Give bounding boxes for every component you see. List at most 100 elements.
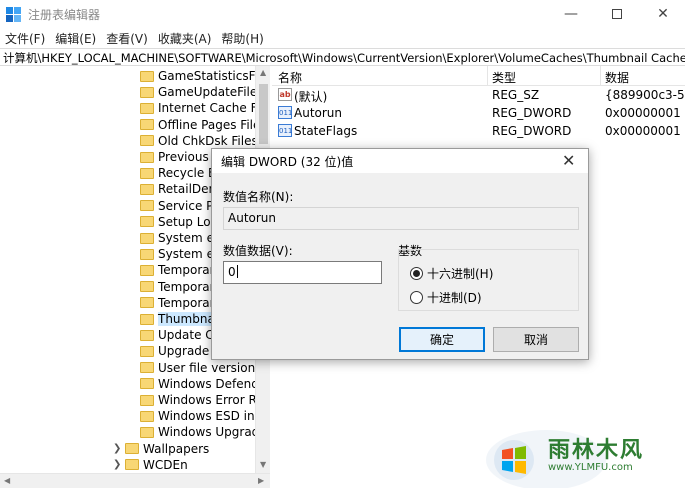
- cancel-button[interactable]: 取消: [493, 327, 579, 352]
- list-header: 名称 类型 数据: [272, 66, 685, 86]
- folder-icon: [140, 167, 154, 179]
- tree-item-label: Internet Cache Fil: [158, 101, 264, 116]
- expand-chevron-icon[interactable]: ❯: [113, 443, 121, 454]
- tree-item[interactable]: Temporary: [140, 295, 222, 311]
- tree-item[interactable]: Offline Pages File: [140, 117, 260, 133]
- column-header-name[interactable]: 名称: [278, 69, 302, 86]
- close-button[interactable]: ✕: [640, 0, 685, 28]
- column-header-type[interactable]: 类型: [492, 69, 516, 86]
- window-titlebar: 注册表编辑器 — ✕: [0, 0, 685, 28]
- folder-icon: [140, 329, 154, 341]
- radio-hexadecimal[interactable]: 十六进制(H): [410, 265, 493, 282]
- tree-item-label: GameStatisticsFile: [158, 69, 269, 83]
- expand-chevron-icon[interactable]: ❯: [113, 459, 121, 470]
- tree-horizontal-scrollbar[interactable]: ◀ ▶: [0, 473, 270, 488]
- menu-favorites[interactable]: 收藏夹(A): [153, 28, 217, 48]
- tree-item[interactable]: Windows Error Re: [140, 392, 264, 408]
- tree-item[interactable]: Windows Upgrad: [140, 424, 259, 440]
- tree-item-label: Wallpapers: [143, 441, 210, 456]
- site-watermark: 雨林木风 www.YLMFU.com: [486, 418, 685, 488]
- tree-item[interactable]: RetailDem: [140, 181, 220, 197]
- menu-help[interactable]: 帮助(H): [216, 28, 268, 48]
- menu-edit[interactable]: 编辑(E): [50, 28, 101, 48]
- tree-item[interactable]: Internet Cache Fil: [140, 100, 263, 116]
- maximize-icon: [612, 9, 622, 19]
- tree-item[interactable]: Recycle Bi: [140, 165, 220, 181]
- tree-item[interactable]: GameUpdateFiles: [140, 84, 264, 100]
- folder-icon: [140, 135, 154, 147]
- value-name-label: 数值名称(N):: [223, 190, 294, 204]
- folder-icon: [140, 200, 154, 212]
- watermark-brand: 雨林木风: [548, 438, 645, 463]
- tree-item[interactable]: Thumbnail: [140, 311, 222, 327]
- menu-bar: 文件(F) 编辑(E) 查看(V) 收藏夹(A) 帮助(H): [0, 28, 685, 48]
- folder-icon: [140, 102, 154, 114]
- tree-scroll-thumb[interactable]: [259, 84, 268, 144]
- tree-item-label: User file versions: [158, 360, 262, 375]
- column-header-data[interactable]: 数据: [605, 69, 629, 86]
- list-item[interactable]: ab (默认) REG_SZ {889900c3-59f: [272, 86, 685, 104]
- tree-item[interactable]: Temporary: [140, 279, 222, 295]
- menu-view[interactable]: 查看(V): [101, 28, 153, 48]
- folder-icon: [125, 459, 139, 471]
- value-data-input[interactable]: 0: [223, 261, 382, 284]
- tree-item[interactable]: Setup Log: [140, 214, 218, 230]
- folder-icon: [140, 248, 154, 260]
- folder-icon: [125, 443, 139, 455]
- address-bar[interactable]: 计算机\HKEY_LOCAL_MACHINE\SOFTWARE\Microsof…: [0, 48, 685, 66]
- dword-value-icon: 011: [278, 106, 292, 119]
- dialog-close-icon[interactable]: ✕: [562, 151, 575, 170]
- tree-item[interactable]: Windows ESD inst: [140, 408, 266, 424]
- menu-file[interactable]: 文件(F): [0, 28, 50, 48]
- close-icon: ✕: [657, 6, 669, 22]
- maximize-button[interactable]: [594, 0, 640, 28]
- list-item[interactable]: 011 StateFlags REG_DWORD 0x00000001 (1: [272, 122, 685, 140]
- tree-item-label: GameUpdateFiles: [158, 85, 264, 100]
- dword-value-icon: 011: [278, 124, 292, 137]
- window-title: 注册表编辑器: [28, 8, 101, 22]
- minimize-button[interactable]: —: [548, 0, 594, 28]
- scroll-up-icon[interactable]: ▲: [260, 68, 266, 77]
- tree-item-label: Update Cl: [158, 328, 217, 343]
- dialog-titlebar: 编辑 DWORD (32 位)值 ✕: [212, 149, 588, 173]
- tree-item[interactable]: Old ChkDsk Files: [140, 133, 258, 149]
- radio-unchecked-icon[interactable]: [410, 291, 423, 304]
- folder-icon: [140, 394, 154, 406]
- folder-icon: [140, 345, 154, 357]
- folder-icon: [140, 313, 154, 325]
- radio-decimal[interactable]: 十进制(D): [410, 289, 482, 306]
- folder-icon: [140, 281, 154, 293]
- tree-item[interactable]: GameStatisticsFile: [140, 68, 269, 84]
- tree-item[interactable]: WCDEn: [125, 457, 188, 473]
- tree-item-label: Setup Log: [158, 214, 219, 229]
- folder-icon: [140, 151, 154, 163]
- folder-icon: [140, 70, 154, 82]
- scroll-left-icon[interactable]: ◀: [4, 476, 10, 485]
- scroll-down-icon[interactable]: ▼: [260, 460, 266, 469]
- tree-item[interactable]: Temporary: [140, 262, 222, 278]
- folder-icon: [140, 362, 154, 374]
- radio-checked-icon[interactable]: [410, 267, 423, 280]
- edit-dword-dialog: 编辑 DWORD (32 位)值 ✕ 数值名称(N): Autorun 数值数据…: [211, 148, 589, 360]
- tree-item-label: Old ChkDsk Files: [158, 133, 258, 148]
- tree-item-label: Windows ESD inst: [158, 409, 266, 424]
- tree-item[interactable]: Windows Defende: [140, 376, 266, 392]
- value-data-label: 数值数据(V):: [223, 244, 293, 258]
- list-item[interactable]: 011 Autorun REG_DWORD 0x00000001 (1: [272, 104, 685, 122]
- registry-editor-icon: [6, 7, 21, 22]
- tree-item[interactable]: User file versions: [140, 360, 261, 376]
- tree-item[interactable]: Wallpapers: [125, 441, 209, 457]
- folder-icon: [140, 297, 154, 309]
- value-name-field: Autorun: [223, 207, 579, 230]
- tree-item[interactable]: Upgrade D: [140, 343, 222, 359]
- tree-item[interactable]: Service Pa: [140, 198, 220, 214]
- scroll-right-icon[interactable]: ▶: [258, 476, 264, 485]
- folder-icon: [140, 216, 154, 228]
- ok-button[interactable]: 确定: [399, 327, 485, 352]
- folder-icon: [140, 183, 154, 195]
- tree-item-label: WCDEn: [143, 457, 188, 472]
- tree-item[interactable]: Update Cl: [140, 327, 217, 343]
- dialog-title: 编辑 DWORD (32 位)值: [221, 155, 354, 169]
- tree-item-label: Windows Error Re: [158, 393, 264, 407]
- folder-icon: [140, 426, 154, 438]
